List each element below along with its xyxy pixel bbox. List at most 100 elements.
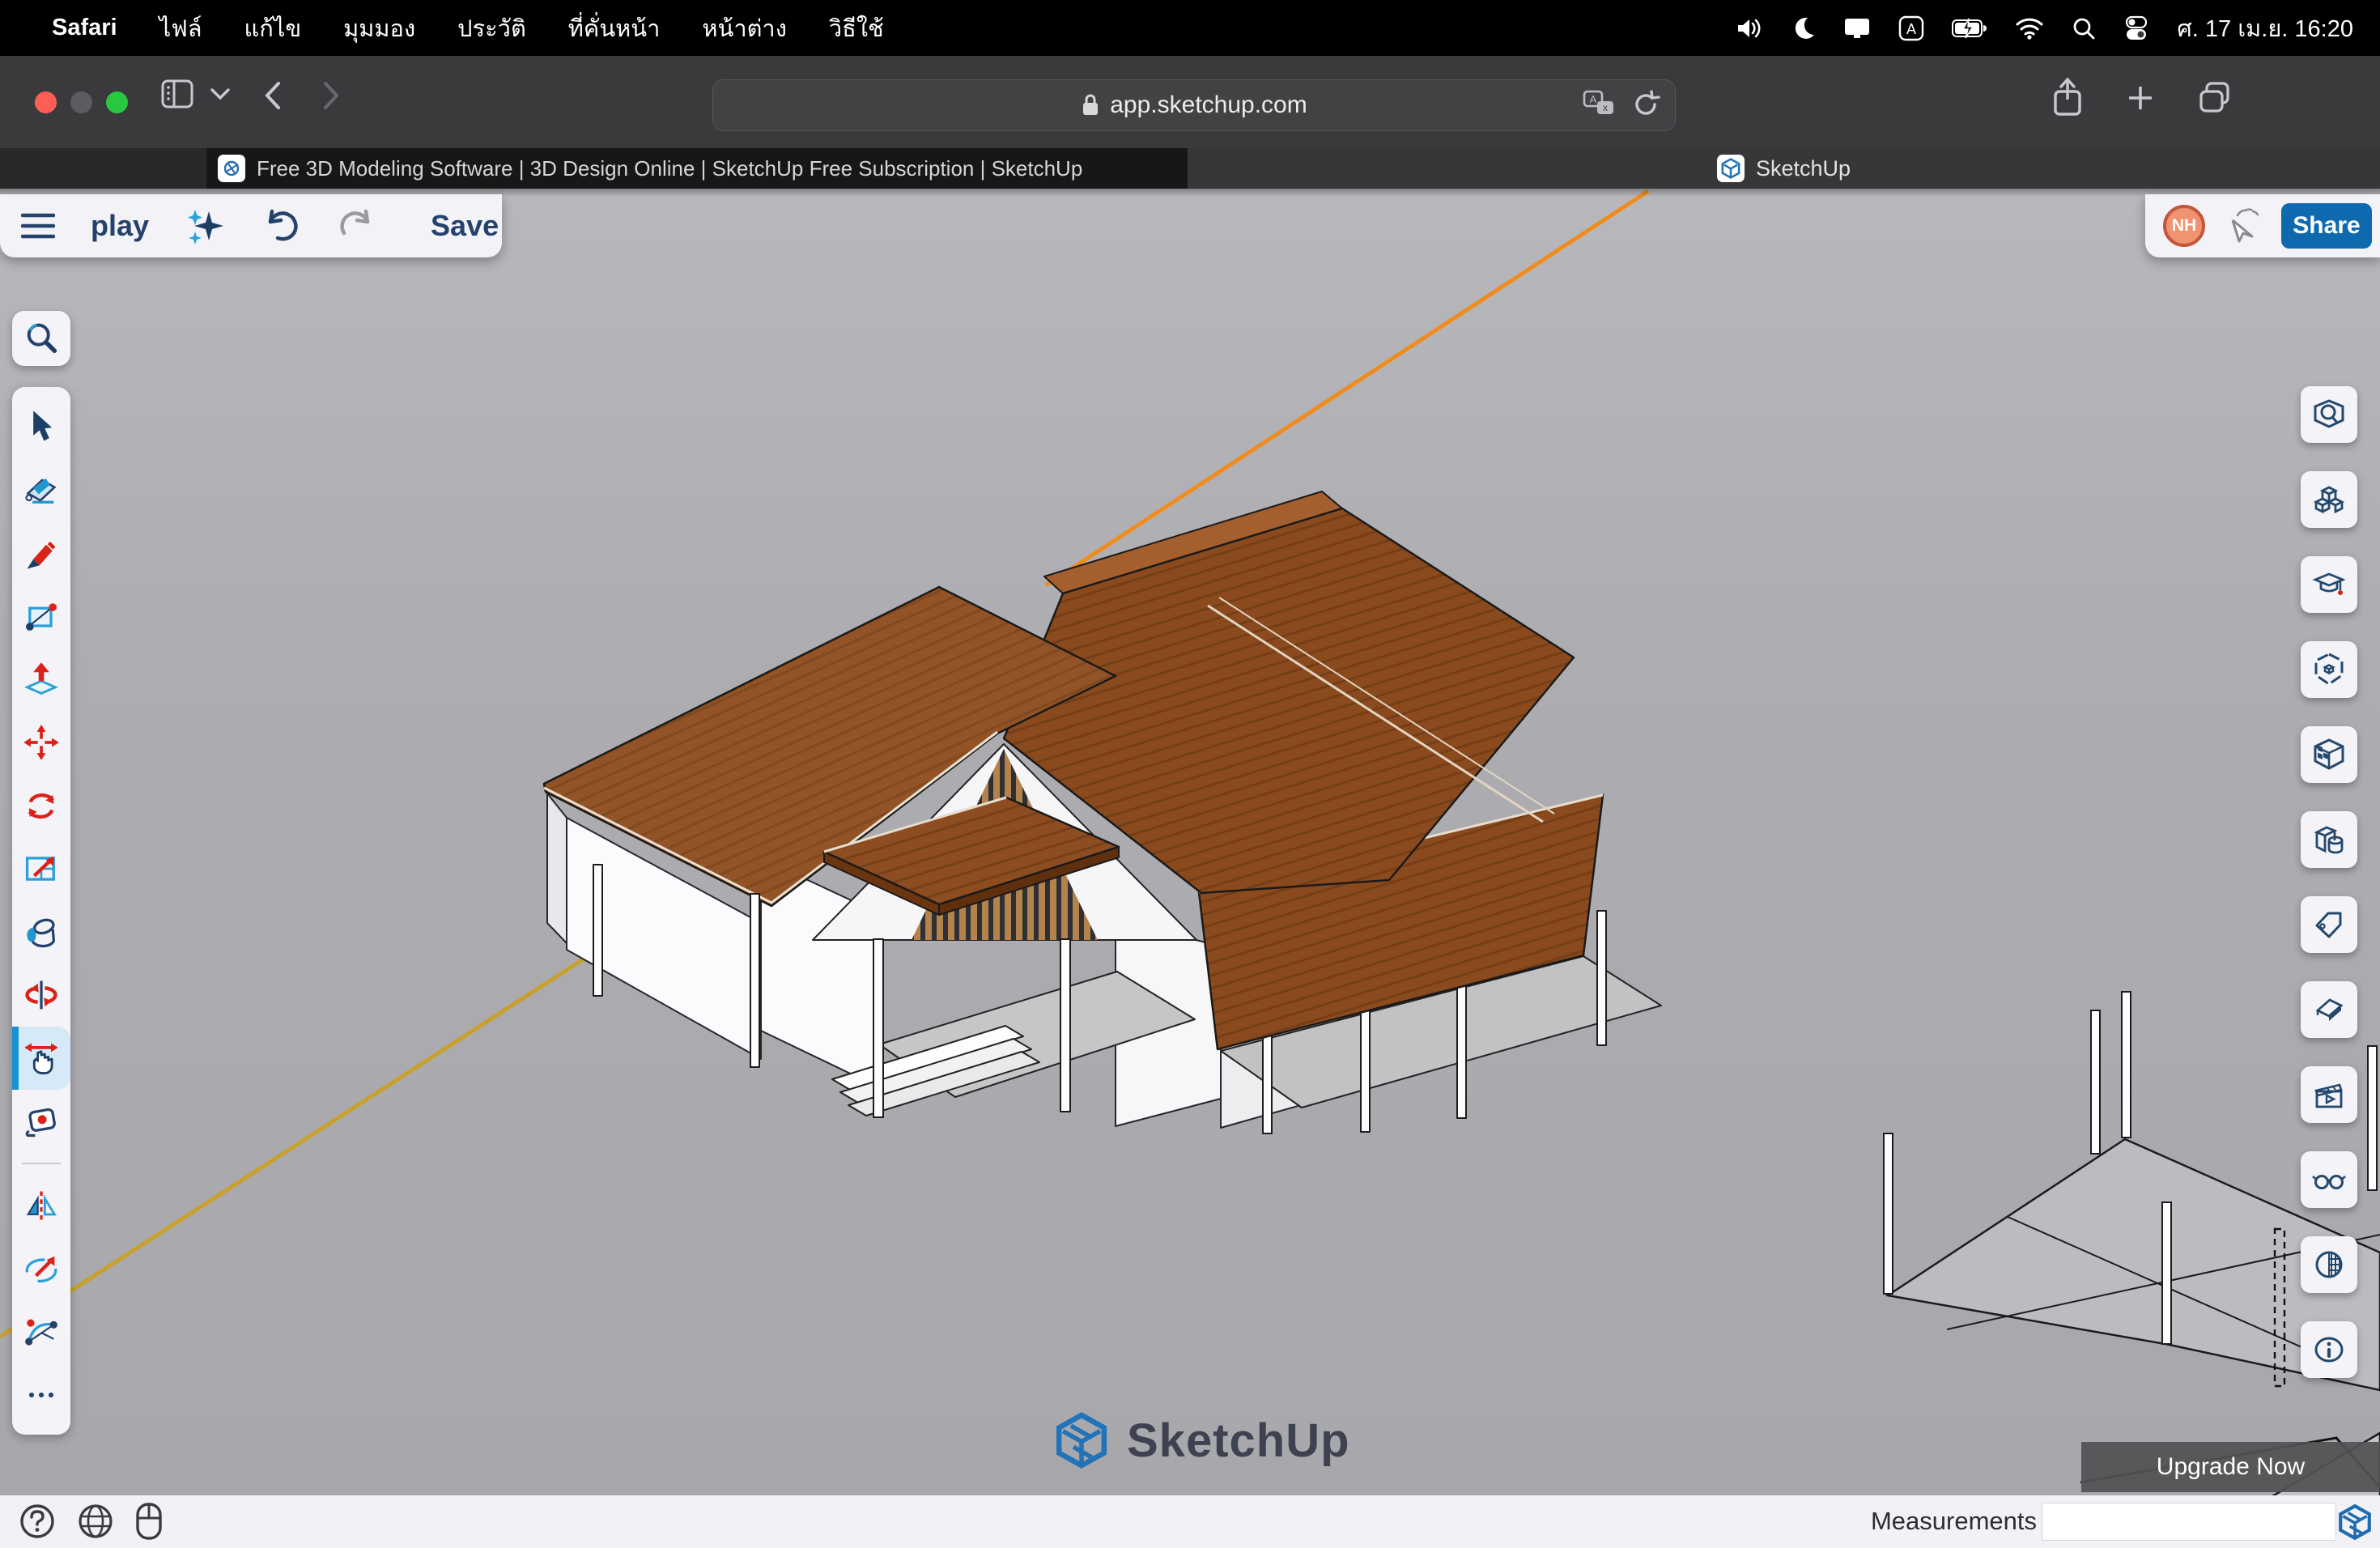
axis-line-yellow xyxy=(0,950,597,1337)
sketchup-logo-icon xyxy=(1052,1411,1111,1469)
house-model[interactable] xyxy=(544,491,1661,1133)
model-viewport[interactable] xyxy=(0,189,2380,1548)
new-tab-icon[interactable] xyxy=(2123,75,2158,121)
translate-icon[interactable]: Ax xyxy=(1581,88,1617,121)
zoom-window-button[interactable] xyxy=(106,91,128,113)
moon-icon[interactable] xyxy=(1791,16,1816,40)
share-icon[interactable] xyxy=(2050,75,2085,121)
paint-tool[interactable] xyxy=(12,900,70,963)
svg-text:A: A xyxy=(1906,21,1916,37)
menu-window[interactable]: หน้าต่าง xyxy=(681,10,808,47)
sketchup-footer-logo xyxy=(2336,1503,2374,1541)
save-button[interactable]: Save xyxy=(431,209,499,243)
eraser-tool[interactable] xyxy=(12,458,70,521)
battery-charging-icon[interactable] xyxy=(1952,18,1987,39)
tools-divider xyxy=(22,1163,61,1164)
avatar[interactable]: NH xyxy=(2163,205,2205,247)
select-tool[interactable] xyxy=(12,395,70,458)
model-info[interactable] xyxy=(2301,1321,2357,1378)
display-icon[interactable] xyxy=(1843,16,1871,40)
tab-favicon xyxy=(218,155,245,182)
menu-view[interactable]: มุมมอง xyxy=(322,10,436,47)
svg-text:A: A xyxy=(1590,93,1597,105)
tags[interactable] xyxy=(2301,896,2357,953)
scale-tool[interactable] xyxy=(12,837,70,900)
undo-icon[interactable] xyxy=(262,208,301,244)
measurements-input[interactable] xyxy=(2042,1503,2336,1541)
status-bar: Measurements xyxy=(0,1495,2380,1548)
display-settings[interactable] xyxy=(2301,1151,2357,1208)
menu-help[interactable]: วิธีใช้ xyxy=(808,10,905,47)
more-tools[interactable] xyxy=(12,1363,70,1427)
tab-sketchup[interactable]: SketchUp xyxy=(1188,148,2380,189)
materials[interactable] xyxy=(2301,726,2357,783)
sidebar-icon[interactable] xyxy=(159,77,196,111)
chevron-down-icon[interactable] xyxy=(209,87,232,103)
move-tool[interactable] xyxy=(12,711,70,774)
safari-toolbar: app.sketchup.com Ax xyxy=(0,56,2380,148)
tab-title: Free 3D Modeling Software | 3D Design On… xyxy=(257,156,1082,181)
address-bar[interactable]: app.sketchup.com Ax xyxy=(712,79,1676,131)
left-toolbar xyxy=(12,311,70,1435)
zoom-tool[interactable] xyxy=(12,311,70,366)
menu-bookmarks[interactable]: ที่คั่นหน้า xyxy=(547,10,682,47)
reload-icon[interactable] xyxy=(1630,88,1662,121)
url-text: app.sketchup.com xyxy=(1110,91,1307,119)
component-library[interactable] xyxy=(2301,641,2357,698)
input-source-icon[interactable]: A xyxy=(1898,15,1924,41)
hamburger-icon[interactable] xyxy=(21,212,55,240)
minimize-window-button[interactable] xyxy=(70,91,92,113)
control-center-icon[interactable] xyxy=(2123,15,2149,41)
search-icon[interactable] xyxy=(2072,16,2096,40)
pan-tool[interactable] xyxy=(12,1027,70,1090)
tool-panel xyxy=(12,387,70,1435)
tab-active[interactable]: Free 3D Modeling Software | 3D Design On… xyxy=(206,148,1188,189)
inspect-model[interactable] xyxy=(2301,386,2357,443)
sparkles-icon[interactable] xyxy=(185,205,227,247)
rectangle-tool[interactable] xyxy=(12,585,70,648)
forward-icon[interactable] xyxy=(317,77,345,114)
language-globe-icon[interactable] xyxy=(76,1502,115,1541)
mirror-tool[interactable] xyxy=(12,1174,70,1237)
tab-overview-icon[interactable] xyxy=(2195,75,2234,121)
back-icon[interactable] xyxy=(259,77,287,114)
menu-history[interactable]: ประวัติ xyxy=(436,10,547,47)
components[interactable] xyxy=(2301,471,2357,528)
share-button[interactable]: Share xyxy=(2281,203,2372,249)
rotate-tool[interactable] xyxy=(12,774,70,837)
app-toolbar-right: NH Share xyxy=(2145,194,2380,257)
menu-file[interactable]: ไฟล์ xyxy=(138,10,223,47)
pencil-tool[interactable] xyxy=(12,521,70,585)
watermark-text: SketchUp xyxy=(1127,1414,1350,1468)
app-toolbar-left: play Save xyxy=(0,194,502,257)
mouse-icon[interactable] xyxy=(134,1502,164,1541)
redo-icon[interactable] xyxy=(337,208,376,244)
curve-tool[interactable] xyxy=(12,1300,70,1363)
tape-measure-tool[interactable] xyxy=(12,1090,70,1153)
close-window-button[interactable] xyxy=(35,91,57,113)
menu-safari[interactable]: Safari xyxy=(31,15,138,41)
instructor[interactable] xyxy=(2301,556,2357,613)
volume-icon[interactable] xyxy=(1735,16,1764,40)
pushpull-tool[interactable] xyxy=(12,648,70,711)
cursor-icon xyxy=(2221,204,2265,248)
lock-icon xyxy=(1081,93,1100,117)
measurements-label: Measurements xyxy=(1871,1507,2037,1536)
scenes[interactable] xyxy=(2301,1066,2357,1123)
wifi-icon[interactable] xyxy=(2015,17,2044,40)
geolocation[interactable] xyxy=(2301,1236,2357,1293)
flip-tool[interactable] xyxy=(12,963,70,1027)
menu-edit[interactable]: แก้ไข xyxy=(223,10,323,47)
styles[interactable] xyxy=(2301,981,2357,1038)
help-icon[interactable] xyxy=(18,1502,57,1541)
menubar-clock[interactable]: ศ. 17 เม.ย. 16:20 xyxy=(2177,10,2353,47)
tab-bar: Free 3D Modeling Software | 3D Design On… xyxy=(0,148,2380,189)
upgrade-now-button[interactable]: Upgrade Now xyxy=(2081,1442,2380,1492)
svg-text:x: x xyxy=(1603,102,1608,113)
orbit-arrow-tool[interactable] xyxy=(12,1237,70,1300)
play-label[interactable]: play xyxy=(91,209,149,243)
sketchup-watermark: SketchUp xyxy=(1052,1411,1350,1469)
shapes[interactable] xyxy=(2301,811,2357,868)
sketchup-canvas-area[interactable]: SketchUp play Save NH Share xyxy=(0,189,2380,1548)
tab-favicon-sketchup xyxy=(1717,155,1745,182)
